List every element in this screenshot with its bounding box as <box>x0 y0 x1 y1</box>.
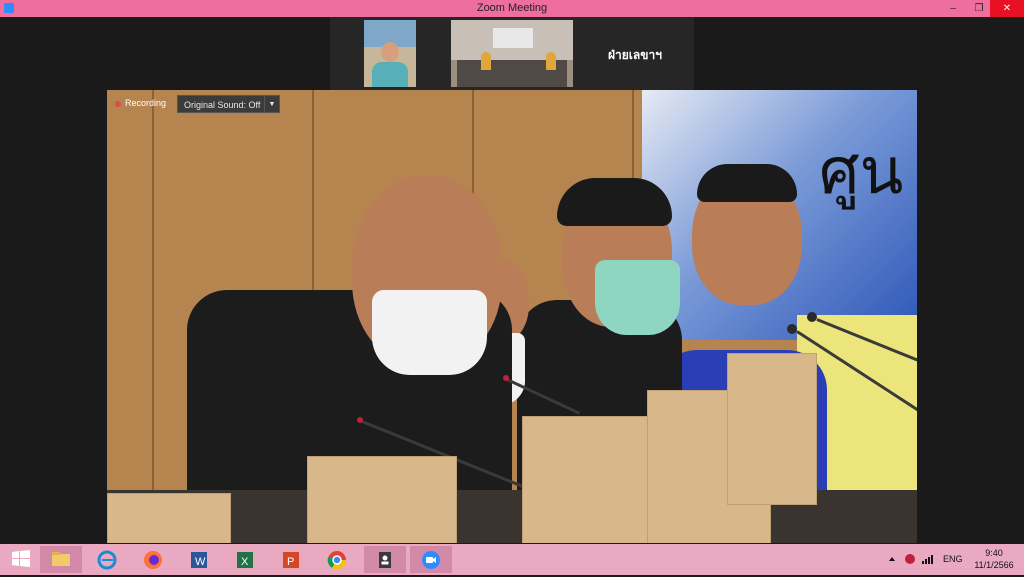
excel-icon: X <box>237 552 253 568</box>
recording-label: Recording <box>125 98 167 108</box>
gallery-strip: ฝ่ายเลขาฯ <box>0 17 1024 90</box>
microphone-tip <box>357 417 363 423</box>
folder-icon <box>52 552 70 566</box>
participant-body <box>372 62 408 87</box>
room-screen <box>493 28 533 48</box>
word-icon: W <box>191 552 207 568</box>
paper-bag <box>522 416 652 543</box>
taskbar-internet-explorer[interactable] <box>86 546 128 573</box>
room-video-tile[interactable] <box>451 20 573 87</box>
taskbar-file-explorer[interactable] <box>40 546 82 573</box>
person-blue-shirt-hair <box>697 164 797 202</box>
language-indicator[interactable]: ENG <box>943 544 963 575</box>
participant-video-tile[interactable] <box>364 20 416 87</box>
tray-overflow-icon[interactable] <box>887 544 897 575</box>
paper-bag <box>107 493 231 543</box>
taskbar-powerpoint[interactable]: P <box>270 546 312 573</box>
person-middle-hair <box>557 178 672 226</box>
microphone-head <box>807 312 817 322</box>
recording-indicator: Recording <box>115 98 166 108</box>
taskbar-contacts[interactable] <box>364 546 406 573</box>
participant-head <box>381 42 399 62</box>
microphone-head <box>787 324 797 334</box>
taskbar-excel[interactable]: X <box>224 546 266 573</box>
window-title: Zoom Meeting <box>476 2 548 14</box>
room-person <box>481 52 491 70</box>
contacts-icon <box>379 552 391 568</box>
taskbar-chrome[interactable] <box>316 546 358 573</box>
original-sound-label: Original Sound: Off <box>184 100 261 110</box>
window-title-bar: Zoom Meeting – ❐ ✕ <box>0 0 1024 17</box>
zoom-icon <box>422 551 440 569</box>
powerpoint-icon: P <box>283 552 299 568</box>
recording-dot-icon <box>115 100 121 107</box>
system-clock[interactable]: 9:40 11/1/2566 <box>968 547 1020 571</box>
svg-text:W: W <box>195 556 206 568</box>
taskbar-word[interactable]: W <box>178 546 220 573</box>
banner-text: ศูน <box>819 135 904 209</box>
restore-button[interactable]: ❐ <box>966 0 992 17</box>
clock-time: 9:40 <box>985 548 1003 558</box>
chevron-down-icon[interactable]: ▼ <box>264 96 279 112</box>
clock-date: 11/1/2566 <box>974 560 1014 570</box>
original-sound-button[interactable]: Original Sound: Off ▼ <box>177 95 280 113</box>
ie-icon <box>97 550 117 570</box>
room-person <box>546 52 556 70</box>
firefox-icon <box>144 551 162 569</box>
speaker-muted-icon[interactable] <box>903 544 917 575</box>
paper-bag <box>307 456 457 543</box>
wall-panel-line <box>152 90 154 543</box>
microphone-tip <box>503 375 509 381</box>
chrome-icon <box>327 551 347 570</box>
network-icon[interactable] <box>921 544 935 575</box>
windows-logo-icon <box>12 550 30 567</box>
minimize-button[interactable]: – <box>940 0 966 17</box>
participant-name-label: ฝ่ายเลขาฯ <box>608 48 662 62</box>
taskbar-firefox[interactable] <box>132 546 174 573</box>
close-button[interactable]: ✕ <box>990 0 1024 17</box>
main-video-feed[interactable]: ศูน Recording Original Sound: Off ▼ <box>107 90 917 543</box>
person-left-mask <box>372 290 487 375</box>
start-button[interactable] <box>0 546 42 573</box>
person-middle-mask <box>595 260 680 335</box>
paper-bag <box>727 353 817 505</box>
svg-text:P: P <box>287 556 294 568</box>
taskbar-zoom[interactable] <box>410 546 452 573</box>
svg-text:X: X <box>241 556 249 568</box>
windows-taskbar: W X P ENG 9:40 11/1/2566 <box>0 544 1024 575</box>
